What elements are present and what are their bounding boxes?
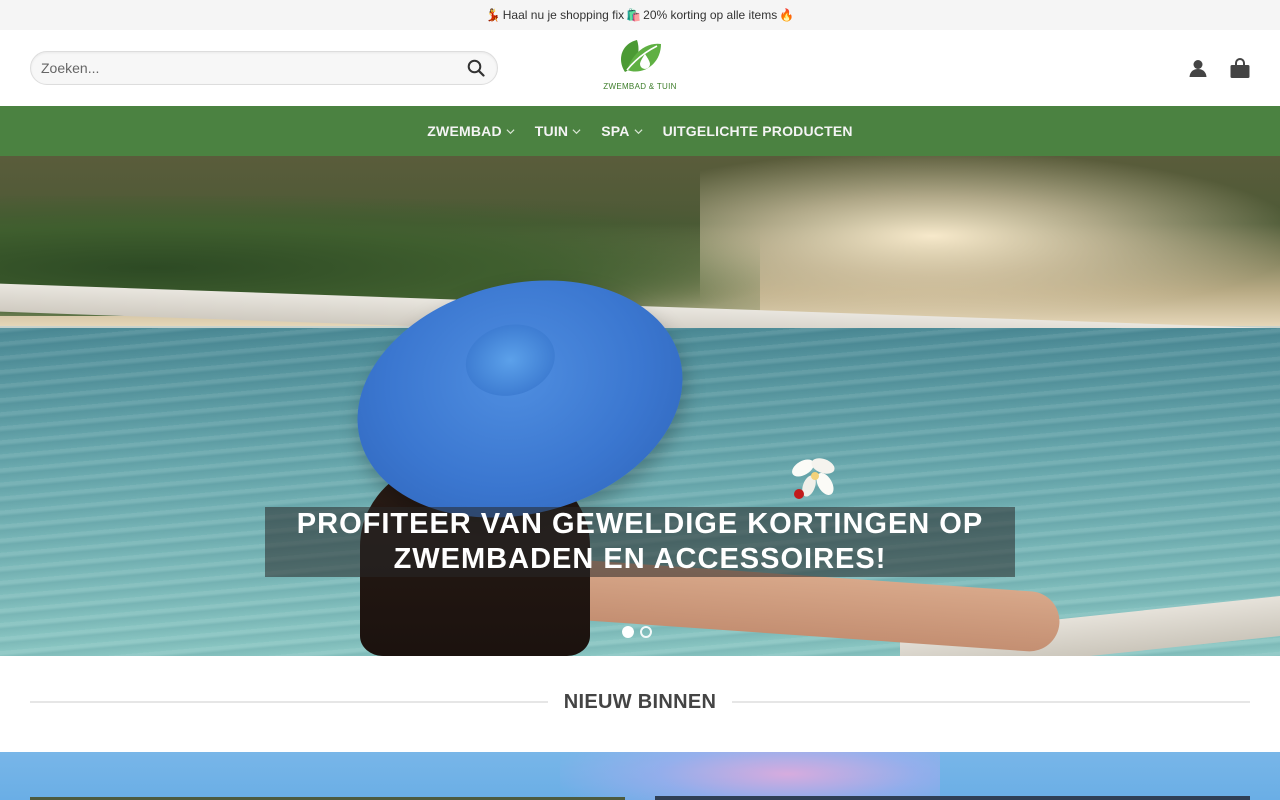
nav-item-zwembad[interactable]: ZWEMBAD <box>417 106 525 156</box>
slider-dots <box>622 626 652 638</box>
divider-line <box>30 701 548 703</box>
main-navigation: ZWEMBAD TUIN SPA UITGELICHTE PRODUCTEN <box>0 106 1280 156</box>
nav-item-spa[interactable]: SPA <box>591 106 652 156</box>
hero-background-sunlight <box>700 156 1280 316</box>
nav-item-uitgelichte-producten[interactable]: UITGELICHTE PRODUCTEN <box>653 106 863 156</box>
nav-item-label: ZWEMBAD <box>427 123 502 139</box>
search-icon <box>467 59 485 77</box>
banner-decorative-swirl <box>560 752 940 800</box>
shopping-bag-icon <box>1230 58 1250 78</box>
section-header-new-arrivals: NIEUW BINNEN <box>30 680 1250 724</box>
header-actions <box>1186 56 1252 80</box>
chevron-down-icon <box>572 128 581 134</box>
fire-emoji: 🔥 <box>779 8 795 22</box>
user-icon <box>1189 60 1207 77</box>
site-header: ZWEMBAD & TUIN <box>0 30 1280 106</box>
logo-text: ZWEMBAD & TUIN <box>603 82 677 91</box>
banner-section-background <box>0 752 1280 800</box>
search-button[interactable] <box>465 57 487 79</box>
shopping-bags-emoji: 🛍️ <box>626 8 642 22</box>
hero-title-line-1: PROFITEER VAN GEWELDIGE KORTINGEN OP <box>296 508 984 540</box>
hero-title: PROFITEER VAN GEWELDIGE KORTINGEN OP ZWE… <box>297 507 983 577</box>
nav-item-label: UITGELICHTE PRODUCTEN <box>662 123 853 139</box>
hero-caption: PROFITEER VAN GEWELDIGE KORTINGEN OP ZWE… <box>265 507 1015 577</box>
search-input[interactable] <box>41 60 465 76</box>
leaf-drop-logo-icon <box>621 40 661 72</box>
announcement-text: Haal nu je shopping fix <box>502 8 625 22</box>
nav-item-label: TUIN <box>534 123 569 139</box>
nav-item-tuin[interactable]: TUIN <box>525 106 591 156</box>
cocktail-flower-icon <box>792 458 835 499</box>
account-button[interactable] <box>1186 56 1210 80</box>
section-title: NIEUW BINNEN <box>563 690 717 713</box>
search-bar <box>30 51 498 85</box>
nav-item-label: SPA <box>601 123 630 139</box>
divider-line <box>732 701 1250 703</box>
announcement-discount: 20% korting op alle items <box>643 8 778 22</box>
slider-dot-1[interactable] <box>622 626 634 638</box>
dancer-emoji: 💃 <box>485 8 501 22</box>
chevron-down-icon <box>634 128 643 134</box>
chevron-down-icon <box>506 128 515 134</box>
banner-card-right[interactable] <box>655 796 1250 800</box>
cart-button[interactable] <box>1228 56 1252 80</box>
slider-dot-2[interactable] <box>640 626 652 638</box>
announcement-bar: 💃 Haal nu je shopping fix 🛍️ 20% korting… <box>0 0 1280 30</box>
hero-slider[interactable]: PROFITEER VAN GEWELDIGE KORTINGEN OP ZWE… <box>0 156 1280 656</box>
site-logo[interactable]: ZWEMBAD & TUIN <box>600 36 680 100</box>
hero-title-line-2: ZWEMBADEN EN ACCESSOIRES! <box>393 543 887 575</box>
